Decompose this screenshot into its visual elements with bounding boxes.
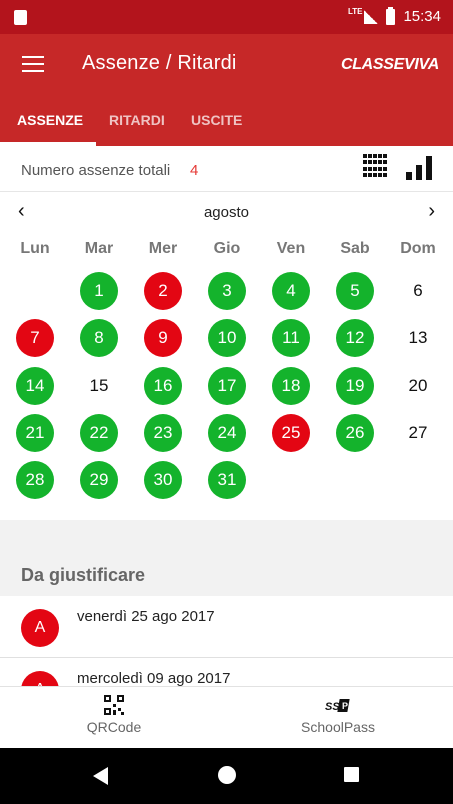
weekday-label: Gio	[213, 240, 241, 257]
calendar-day[interactable]: 3	[208, 272, 246, 310]
calendar-view-icon[interactable]	[363, 154, 389, 178]
list-item[interactable]: A venerdì 25 ago 2017	[0, 596, 453, 658]
calendar-day[interactable]: 12	[336, 319, 374, 357]
battery-icon	[386, 6, 396, 25]
svg-text:P: P	[342, 701, 348, 711]
section-title: Da giustificare	[21, 565, 146, 585]
weekday-header: Lun Mar Mer Gio Ven Sab Dom	[0, 240, 453, 262]
qrcode-icon	[104, 695, 124, 715]
calendar-day[interactable]: 2	[144, 272, 182, 310]
bottom-navigation: QRCode SS P SchoolPass	[0, 686, 453, 748]
tab-uscite[interactable]: USCITE	[191, 112, 242, 128]
calendar-day[interactable]: 18	[272, 367, 310, 405]
schoolpass-label: SchoolPass	[301, 719, 375, 735]
calendar-day[interactable]: 8	[80, 319, 118, 357]
status-bar: LTE 15:34	[0, 0, 453, 34]
totals-count: 4	[190, 162, 199, 179]
tab-bar: ASSENZE RITARDI USCITE	[0, 96, 453, 146]
calendar-day[interactable]: 11	[272, 319, 310, 357]
calendar-day[interactable]: 25	[272, 414, 310, 452]
calendar-day[interactable]: 23	[144, 414, 182, 452]
calendar-day[interactable]: 22	[80, 414, 118, 452]
recents-icon[interactable]	[344, 767, 359, 782]
totals-label: Numero assenze totali	[21, 162, 171, 179]
tab-assenze[interactable]: ASSENZE	[17, 112, 83, 128]
absence-date: mercoledì 09 ago 2017	[77, 670, 231, 687]
calendar-day[interactable]: 15	[80, 367, 118, 405]
next-month-chevron-icon[interactable]: ›	[428, 200, 435, 223]
calendar-day[interactable]: 5	[336, 272, 374, 310]
tab-ritardi[interactable]: RITARDI	[109, 112, 165, 128]
stats-view-icon[interactable]	[406, 154, 432, 180]
hamburger-menu-icon[interactable]	[22, 56, 44, 72]
month-navigation: ‹ agosto ›	[0, 192, 453, 232]
signal-icon	[364, 9, 379, 24]
calendar-day[interactable]: 4	[272, 272, 310, 310]
calendar-day[interactable]: 13	[399, 319, 437, 357]
calendar-day[interactable]: 31	[208, 461, 246, 499]
calendar-day[interactable]: 14	[16, 367, 54, 405]
calendar-day[interactable]: 26	[336, 414, 374, 452]
calendar-day[interactable]: 16	[144, 367, 182, 405]
calendar-day[interactable]: 1	[80, 272, 118, 310]
qrcode-label: QRCode	[86, 719, 142, 735]
absence-date: venerdì 25 ago 2017	[77, 608, 215, 625]
weekday-label: Dom	[400, 240, 436, 257]
clock: 15:34	[403, 8, 441, 25]
calendar-day[interactable]: 10	[208, 319, 246, 357]
sd-card-icon	[14, 10, 27, 25]
calendar-day[interactable]: 28	[16, 461, 54, 499]
absence-badge: A	[21, 609, 59, 647]
calendar-day[interactable]: 6	[399, 272, 437, 310]
calendar-day[interactable]: 7	[16, 319, 54, 357]
calendar-day[interactable]: 24	[208, 414, 246, 452]
calendar-day[interactable]: 30	[144, 461, 182, 499]
weekday-label: Mer	[148, 240, 178, 257]
back-icon[interactable]	[92, 766, 110, 786]
weekday-label: Lun	[20, 240, 50, 257]
schoolpass-icon: SS P	[325, 699, 350, 713]
calendar-day[interactable]: 9	[144, 319, 182, 357]
schoolpass-button[interactable]: SS P SchoolPass	[268, 695, 408, 735]
calendar-day[interactable]: 29	[80, 461, 118, 499]
weekday-label: Ven	[276, 240, 306, 257]
system-navigation-bar	[0, 748, 453, 804]
calendar-day[interactable]: 19	[336, 367, 374, 405]
weekday-label: Mar	[84, 240, 114, 257]
month-label: agosto	[203, 204, 250, 221]
home-icon[interactable]	[218, 766, 236, 784]
page-title: Assenze / Ritardi	[82, 52, 237, 74]
calendar-day[interactable]: 20	[399, 367, 437, 405]
calendar-day[interactable]: 27	[399, 414, 437, 452]
network-type: LTE	[347, 7, 363, 16]
app-bar: Assenze / Ritardi CLASSEVIVA	[0, 34, 453, 96]
calendar-day[interactable]: 21	[16, 414, 54, 452]
calendar-day[interactable]: 17	[208, 367, 246, 405]
classeviva-logo: CLASSEVIVA	[340, 56, 439, 73]
weekday-label: Sab	[340, 240, 370, 257]
qrcode-button[interactable]: QRCode	[44, 695, 184, 735]
